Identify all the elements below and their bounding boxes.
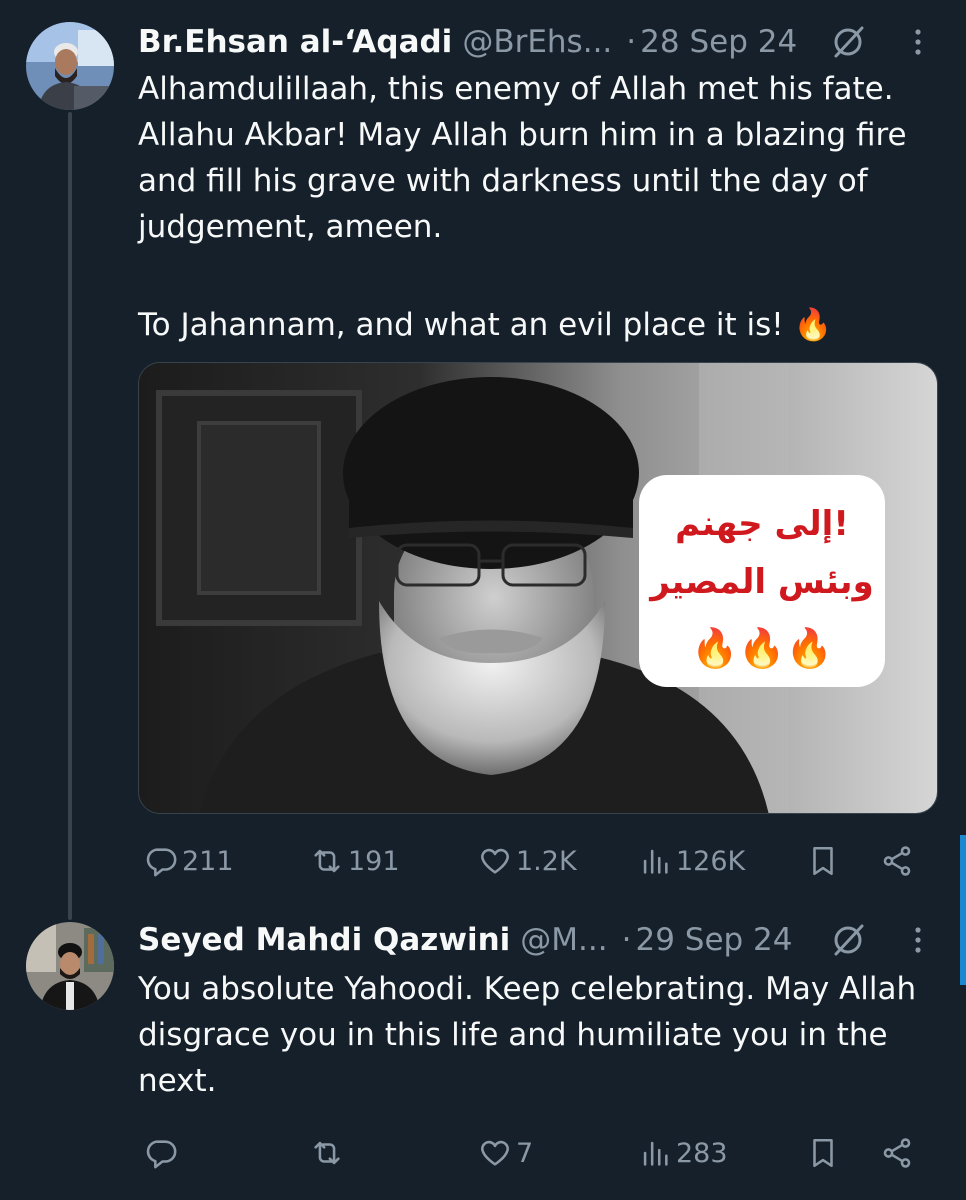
- grok-icon[interactable]: [830, 922, 866, 958]
- author-name[interactable]: Seyed Mahdi Qazwini: [138, 922, 510, 958]
- tweet-header: Br.Ehsan al-‘Aqadi @BrEhs... · 28 Sep 24: [138, 20, 938, 64]
- thread-connector-line: [68, 112, 72, 920]
- reply-icon: [146, 848, 177, 877]
- share-icon: [883, 1138, 911, 1168]
- grok-icon[interactable]: [830, 24, 866, 60]
- author-name[interactable]: Br.Ehsan al-‘Aqadi: [138, 24, 452, 60]
- tweet-text: To Jahannam, and what an evil place it i…: [138, 307, 833, 343]
- retweet-icon: [314, 1141, 340, 1165]
- reply-count: 211: [182, 845, 234, 877]
- tweet-header: Seyed Mahdi Qazwini @M... · 29 Sep 24: [138, 918, 938, 962]
- more-icon[interactable]: [908, 924, 928, 956]
- views-count: 126K: [676, 845, 746, 877]
- share-button[interactable]: [880, 836, 914, 886]
- retweet-icon: [314, 849, 340, 873]
- views-icon: [643, 1141, 668, 1166]
- reply-button[interactable]: 211: [144, 836, 234, 886]
- tweet-action-bar: 7 283: [138, 1128, 938, 1178]
- avatar-image: [26, 22, 114, 110]
- like-count: 7: [516, 1137, 534, 1169]
- tweet-media-image[interactable]: إلى جهنم! وبئس المصير 🔥🔥🔥: [138, 362, 938, 814]
- author-handle[interactable]: @BrEhs...: [462, 24, 612, 60]
- tweet-text: Alhamdulillaah, this enemy of Allah met …: [138, 71, 907, 245]
- bookmark-icon: [813, 846, 833, 876]
- tweet-date[interactable]: 28 Sep 24: [640, 24, 797, 60]
- reply-button[interactable]: [144, 1128, 182, 1178]
- reply-icon: [146, 1140, 177, 1169]
- share-icon: [883, 846, 911, 876]
- image-overlay-text-line1: إلى جهنم!: [675, 504, 849, 544]
- scrollbar[interactable]: [960, 835, 966, 985]
- bookmark-icon: [813, 1138, 833, 1168]
- share-button[interactable]: [880, 1128, 914, 1178]
- views-button[interactable]: 126K: [638, 836, 745, 886]
- retweet-button[interactable]: [310, 1128, 348, 1178]
- separator-dot: ·: [626, 24, 637, 60]
- like-button[interactable]: 7: [478, 1128, 533, 1178]
- retweet-button[interactable]: 191: [310, 836, 400, 886]
- like-count: 1.2K: [516, 845, 577, 877]
- views-icon: [643, 849, 668, 874]
- avatar[interactable]: [26, 922, 114, 1010]
- views-button[interactable]: 283: [638, 1128, 728, 1178]
- bookmark-button[interactable]: [806, 1128, 840, 1178]
- author-handle[interactable]: @M...: [520, 922, 607, 958]
- tweet-text: You absolute Yahoodi. Keep celebrating. …: [138, 971, 917, 1099]
- avatar[interactable]: [26, 22, 114, 110]
- bookmark-button[interactable]: [806, 836, 840, 886]
- views-count: 283: [676, 1137, 728, 1169]
- retweet-count: 191: [348, 845, 400, 877]
- tweet-date[interactable]: 29 Sep 24: [635, 922, 792, 958]
- image-overlay-flames: 🔥🔥🔥: [691, 626, 833, 670]
- tweet-action-bar: 211 191 1.2K 126K: [138, 836, 938, 886]
- separator-dot: ·: [621, 922, 632, 958]
- like-button[interactable]: 1.2K: [478, 836, 577, 886]
- image-overlay-text-line2: وبئس المصير: [648, 562, 873, 602]
- portrait-photo: إلى جهنم! وبئس المصير 🔥🔥🔥: [139, 363, 937, 813]
- more-icon[interactable]: [908, 26, 928, 58]
- like-icon: [481, 848, 509, 874]
- avatar-image: [26, 922, 114, 1010]
- like-icon: [481, 1140, 509, 1166]
